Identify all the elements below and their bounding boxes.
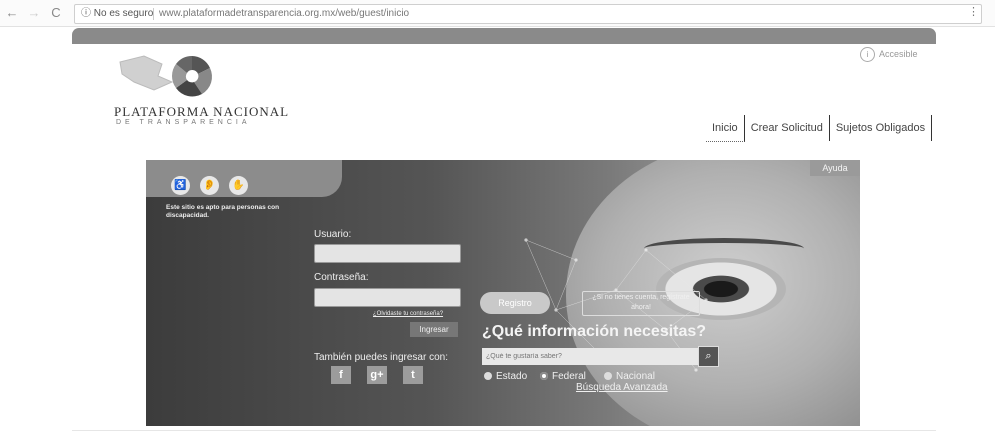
hero-banner: Ayuda ♿ 👂 ✋ Este sitio es apto para pers… [146,160,860,426]
scope-option-label: Federal [552,371,586,382]
ear-icon[interactable]: 👂 [200,176,219,195]
scope-option-nacional[interactable]: Nacional [604,371,655,382]
logo-title: PLATAFORMA NACIONAL [114,104,290,119]
user-label: Usuario: [314,229,352,240]
scope-option-label: Estado [496,371,528,382]
main-nav: Inicio Crear Solicitud Sujetos Obligados [706,114,933,142]
footer-divider [72,430,936,431]
radio-selected-icon[interactable] [540,372,548,380]
nav-item-crear-solicitud[interactable]: Crear Solicitud [745,115,830,141]
nav-item-inicio[interactable]: Inicio [706,114,745,142]
search-input[interactable] [482,348,700,365]
logo-subtitle: DE TRANSPARENCIA [116,119,251,126]
password-label: Contraseña: [314,272,369,283]
forgot-password-link[interactable]: ¿Olvidaste tu contraseña? [373,311,443,317]
scope-option-label: Nacional [616,371,655,382]
logo-mark-icon[interactable] [114,52,254,102]
radio-icon[interactable] [604,372,612,380]
scope-option-federal[interactable]: Federal [540,371,586,382]
forward-icon[interactable]: → [26,5,42,21]
register-button[interactable]: Registro [480,292,550,314]
password-input[interactable] [314,288,461,307]
wheelchair-icon[interactable]: ♿ [171,176,190,195]
social-login-label: También puedes ingresar con: [314,352,448,363]
browser-menu-icon[interactable]: ⋮ [968,5,979,18]
help-button[interactable]: Ayuda [810,160,860,176]
sign-language-icon[interactable]: ✋ [229,176,248,195]
register-now-link[interactable]: ¿Si no tienes cuenta, regístrate ahora! [582,291,700,316]
url-text[interactable]: www.plataformadetransparencia.org.mx/web… [159,5,409,23]
accessible-link[interactable]: i Accesible [860,47,918,62]
security-indicator[interactable]: ⓘ No es seguro [81,5,153,23]
accessibility-panel: ♿ 👂 ✋ [146,160,342,197]
search-icon[interactable]: ⌕ [698,346,719,367]
advanced-search-link[interactable]: Búsqueda Avanzada [576,382,668,393]
scope-option-estado[interactable]: Estado [484,371,527,382]
accessibility-text: Este sitio es apto para personas con dis… [166,204,280,219]
accessible-link-label: Accesible [879,49,918,59]
back-icon[interactable]: ← [4,5,20,21]
address-bar[interactable]: ⓘ No es seguro www.plataformadetranspare… [74,4,982,24]
twitter-icon[interactable]: t [403,366,423,384]
google-plus-icon[interactable]: g+ [367,366,387,384]
address-separator [153,8,154,20]
site-top-band [72,28,936,44]
search-heading: ¿Qué información necesitas? [482,323,707,340]
reload-icon[interactable]: C [48,5,64,21]
login-button[interactable]: Ingresar [410,322,458,337]
facebook-icon[interactable]: f [331,366,351,384]
browser-toolbar: ← → C ⓘ No es seguro www.plataformadetra… [0,0,995,27]
user-input[interactable] [314,244,461,263]
nav-item-sujetos-obligados[interactable]: Sujetos Obligados [830,115,933,141]
person-circle-icon: i [860,47,875,62]
radio-icon[interactable] [484,372,492,380]
